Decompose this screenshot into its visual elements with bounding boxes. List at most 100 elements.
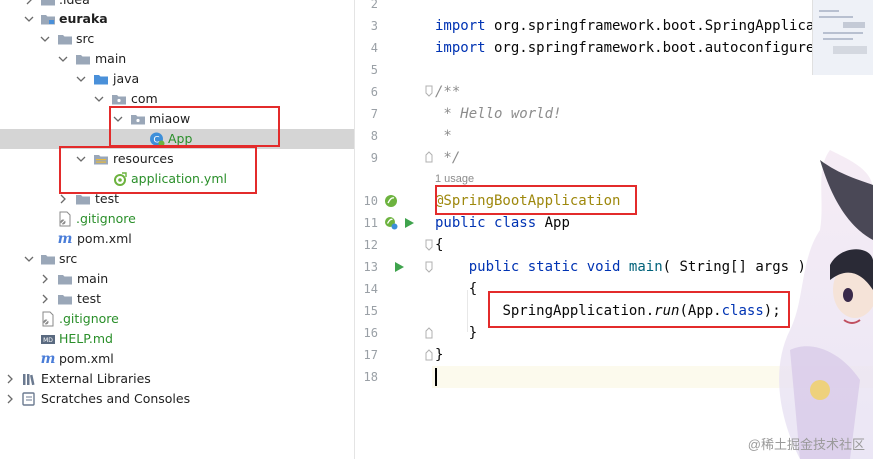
chevron-right-icon[interactable]	[40, 269, 50, 289]
fold-marker-icon[interactable]	[425, 261, 433, 273]
code-token: org.springframework.boot.autoconfigure.S	[485, 40, 832, 56]
tree-item-euraka[interactable]: euraka	[0, 9, 354, 29]
chevron-right-icon[interactable]	[5, 369, 15, 389]
line-number: 16	[363, 326, 378, 340]
line-number: 2	[370, 0, 378, 11]
tree-item-root-gitignore[interactable]: .gitignore	[0, 309, 354, 329]
highlight-box-run-call	[488, 291, 790, 328]
line-number: 4	[370, 41, 378, 55]
fold-marker-icon[interactable]	[425, 349, 433, 361]
line-number: 15	[363, 304, 378, 318]
chevron-down-icon[interactable]	[58, 49, 68, 69]
tree-item-label: pom.xml	[77, 231, 132, 246]
line-number: 9	[370, 151, 378, 165]
tree-item-label: pom.xml	[59, 351, 114, 366]
package-icon	[111, 91, 127, 107]
chevron-down-icon[interactable]	[76, 69, 86, 89]
code-line-13: public static void main( String[] args )	[435, 256, 806, 278]
code-token: import	[435, 40, 486, 56]
tree-item-label: .gitignore	[59, 311, 119, 326]
usage-hint[interactable]: 1 usage	[435, 173, 474, 185]
libraries-icon	[21, 371, 37, 387]
line-number: 17	[363, 348, 378, 362]
tree-item-label: External Libraries	[41, 371, 151, 386]
tree-item-label: HELP.md	[59, 331, 113, 346]
run-icon[interactable]	[402, 216, 416, 230]
tree-item-help-md[interactable]: MD HELP.md	[0, 329, 354, 349]
code-line-7: * Hello world!	[435, 106, 562, 122]
folder-icon	[40, 251, 56, 267]
code-line-3: import org.springframework.boot.SpringAp…	[435, 15, 831, 37]
tree-item-gitignore[interactable]: .gitignore	[0, 209, 354, 229]
highlight-box-miaow	[109, 106, 280, 147]
tree-item-label: src	[59, 251, 78, 266]
scratches-icon	[21, 391, 37, 407]
tree-item-root-test[interactable]: test	[0, 289, 354, 309]
code-line-11: public class App	[435, 212, 570, 234]
tree-item-main[interactable]: main	[0, 49, 354, 69]
chevron-down-icon[interactable]	[24, 9, 34, 29]
code-token: main	[628, 259, 663, 275]
tree-item-root-main[interactable]: main	[0, 269, 354, 289]
line-number: 10	[363, 194, 378, 208]
tree-item-external-libraries[interactable]: External Libraries	[0, 369, 354, 389]
tree-item-scratches[interactable]: Scratches and Consoles	[0, 389, 354, 409]
chevron-down-icon[interactable]	[24, 249, 34, 269]
tree-item-label: src	[76, 31, 95, 46]
code-token: static	[527, 259, 579, 275]
maven-icon: m	[40, 351, 56, 367]
markdown-icon: MD	[40, 331, 56, 347]
tree-item-label: main	[95, 51, 127, 66]
tree-item-pom[interactable]: m pom.xml	[0, 229, 354, 249]
folder-icon	[57, 31, 73, 47]
line-number: 5	[370, 63, 378, 77]
code-line-9: */	[435, 150, 461, 166]
code-token: }	[468, 325, 478, 341]
folder-icon	[40, 0, 56, 8]
module-folder-icon	[40, 11, 56, 27]
code-token: {	[468, 281, 478, 297]
line-number: 7	[370, 107, 378, 121]
tree-item-src[interactable]: src	[0, 29, 354, 49]
tree-item-java[interactable]: java	[0, 69, 354, 89]
tree-item-label: .gitignore	[76, 211, 136, 226]
code-token: App	[544, 215, 570, 231]
minimap[interactable]	[812, 0, 873, 75]
line-number: 3	[370, 19, 378, 33]
chevron-down-icon[interactable]	[40, 29, 50, 49]
tree-item-root-src[interactable]: src	[0, 249, 354, 269]
code-line-4: import org.springframework.boot.autoconf…	[435, 37, 831, 59]
folder-icon	[75, 51, 91, 67]
gitignore-icon	[57, 211, 73, 227]
project-tree: .idea euraka src main java com miaow C A…	[0, 0, 355, 459]
tree-item-label: java	[113, 71, 140, 86]
fold-marker-icon[interactable]	[425, 327, 433, 339]
code-line-12: {	[435, 237, 444, 253]
tree-item-label: euraka	[59, 11, 108, 26]
code-line-8: *	[435, 128, 452, 144]
fold-marker-icon[interactable]	[425, 239, 433, 251]
tree-item-label: test	[77, 291, 102, 306]
spring-bean-icon[interactable]	[384, 216, 398, 230]
tree-item-label: main	[77, 271, 109, 286]
fold-marker-icon[interactable]	[425, 85, 433, 97]
line-number: 13	[363, 260, 378, 274]
text-caret	[435, 368, 437, 386]
code-token: import	[435, 18, 486, 34]
folder-icon	[57, 291, 73, 307]
code-token: void	[586, 259, 621, 275]
editor-gutter: 2 3 4 5 6 7 8 9 10 11 12 13 14 15 16 17 …	[356, 0, 433, 459]
chevron-right-icon[interactable]	[5, 389, 15, 409]
minimap-preview	[819, 10, 867, 54]
chevron-down-icon[interactable]	[94, 89, 104, 109]
code-token: org.springframework.boot.SpringApplicati	[485, 18, 832, 34]
tree-item-root-pom[interactable]: m pom.xml	[0, 349, 354, 369]
gitignore-icon	[40, 311, 56, 327]
chevron-right-icon[interactable]	[40, 289, 50, 309]
spring-bean-icon[interactable]	[384, 194, 398, 208]
run-icon[interactable]	[392, 260, 406, 274]
code-token: class	[494, 215, 537, 231]
source-folder-icon	[93, 71, 109, 87]
fold-marker-icon[interactable]	[425, 151, 433, 163]
tree-item-label: Scratches and Consoles	[41, 391, 191, 406]
